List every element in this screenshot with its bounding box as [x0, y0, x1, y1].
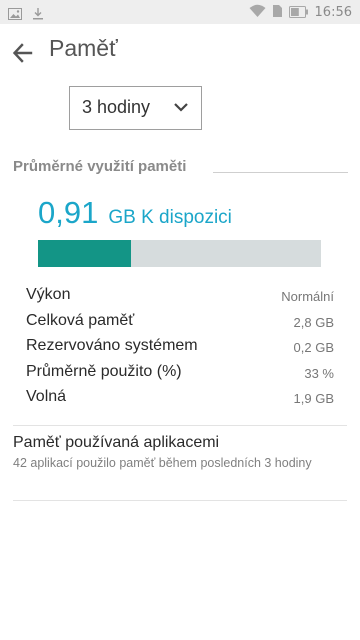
period-dropdown[interactable]: 3 hodiny	[69, 86, 202, 130]
stat-value: Normální	[281, 289, 334, 304]
stat-row-reserved: Rezervováno systémem 0,2 GB	[26, 337, 334, 363]
available-memory: 0,91 GB K dispozici	[38, 195, 232, 231]
download-notification-icon	[32, 5, 44, 24]
apps-memory-item[interactable]: Paměť používaná aplikacemi 42 aplikací p…	[13, 434, 333, 472]
divider	[13, 425, 347, 426]
section-divider	[213, 172, 348, 173]
available-memory-label: GB K dispozici	[108, 207, 232, 228]
stat-value: 0,2 GB	[293, 340, 334, 356]
back-button[interactable]	[10, 40, 36, 66]
chevron-down-icon	[174, 103, 188, 112]
stat-value: 2,8 GB	[293, 314, 334, 330]
stat-label: Průměrně použito (%)	[26, 362, 182, 380]
sim-card-icon	[272, 3, 283, 22]
memory-usage-fill	[38, 240, 131, 267]
stat-row-performance: Výkon Normální	[26, 286, 334, 312]
available-memory-value: 0,91	[38, 195, 99, 230]
apps-memory-subtitle: 42 aplikací použilo paměť během poslední…	[13, 456, 312, 470]
gallery-notification-icon	[8, 5, 22, 24]
page-title: Paměť	[49, 35, 118, 61]
status-time: 16:56	[314, 5, 352, 20]
stat-value: 33 %	[304, 365, 334, 381]
stat-row-average-used: Průměrně použito (%) 33 %	[26, 363, 334, 389]
stat-label: Výkon	[26, 286, 71, 303]
arrow-back-icon	[12, 43, 33, 63]
period-selected-value: 3 hodiny	[82, 97, 151, 117]
divider	[13, 500, 347, 501]
stat-row-free: Volná 1,9 GB	[26, 388, 334, 414]
stat-row-total-memory: Celková paměť 2,8 GB	[26, 312, 334, 338]
stat-label: Celková paměť	[26, 311, 135, 329]
screen: 16:56 Paměť 3 hodiny Průměrné využití pa…	[0, 0, 360, 640]
stat-value: 1,9 GB	[293, 391, 334, 407]
apps-memory-title: Paměť používaná aplikacemi	[13, 434, 220, 451]
section-header: Průměrné využití paměti	[13, 158, 348, 175]
memory-stats-list: Výkon Normální Celková paměť 2,8 GB Reze…	[26, 286, 334, 414]
stat-label: Rezervováno systémem	[26, 337, 198, 355]
stat-label: Volná	[26, 388, 67, 406]
battery-icon	[288, 3, 309, 22]
wifi-icon	[249, 3, 266, 22]
memory-usage-bar	[38, 240, 321, 267]
status-bar: 16:56	[0, 0, 360, 24]
app-bar: Paměť	[0, 24, 360, 80]
